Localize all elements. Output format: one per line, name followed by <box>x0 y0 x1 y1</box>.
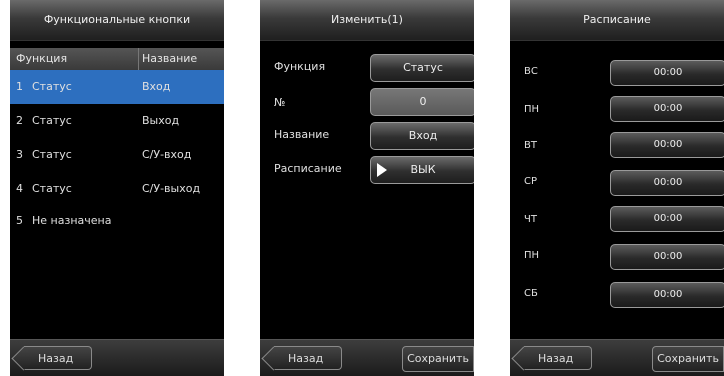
row-name: Вход <box>142 80 171 93</box>
row-function: Статус <box>32 114 72 127</box>
column-divider <box>138 48 139 70</box>
name-label: Название <box>274 128 330 141</box>
row-number: 2 <box>16 114 23 127</box>
day-time-button[interactable]: 00:00 <box>610 170 724 196</box>
day-time-button[interactable]: 00:00 <box>610 244 724 270</box>
play-icon <box>377 163 387 177</box>
column-name-header: Название <box>142 52 198 65</box>
number-label: № <box>274 96 286 109</box>
table-row[interactable]: 3 Статус С/У-вход <box>10 138 224 172</box>
back-button[interactable]: Назад <box>274 346 342 370</box>
save-button[interactable]: Сохранить <box>402 346 474 372</box>
day-label: ВС <box>524 66 538 77</box>
row-number: 3 <box>16 148 23 161</box>
table-row-selected[interactable]: 1 Статус Вход <box>10 70 224 104</box>
schedule-value: ВЫК <box>410 163 436 176</box>
edit-screen: Изменить(1) Функция Статус № 0 Название … <box>260 0 474 376</box>
day-label: ЧТ <box>524 214 537 225</box>
bottom-bar: Назад Сохранить <box>510 339 724 376</box>
row-function: Статус <box>32 148 72 161</box>
function-button[interactable]: Статус <box>370 54 474 82</box>
screen-title: Функциональные кнопки <box>10 0 224 41</box>
column-function-header: Функция <box>16 52 68 65</box>
function-label: Функция <box>274 60 326 73</box>
row-function: Статус <box>32 80 72 93</box>
schedule-label: Расписание <box>274 162 342 175</box>
day-label: СБ <box>524 288 538 299</box>
save-button[interactable]: Сохранить <box>652 346 724 372</box>
day-label: ПН <box>524 250 540 261</box>
row-number: 4 <box>16 182 23 195</box>
back-button[interactable]: Назад <box>524 346 592 370</box>
day-time-button[interactable]: 00:00 <box>610 60 724 86</box>
day-label: СР <box>524 176 538 187</box>
bottom-bar: Назад <box>10 339 224 376</box>
function-keys-screen: Функциональные кнопки Функция Название 1… <box>10 0 224 376</box>
day-time-button[interactable]: 00:00 <box>610 206 724 232</box>
back-button[interactable]: Назад <box>24 346 92 370</box>
row-function: Статус <box>32 182 72 195</box>
table-header: Функция Название <box>10 48 224 70</box>
day-time-button[interactable]: 00:00 <box>610 96 724 122</box>
bottom-bar: Назад Сохранить <box>260 339 474 376</box>
row-name: С/У-выход <box>142 182 201 195</box>
schedule-toggle-button[interactable]: ВЫК <box>370 156 474 184</box>
row-name: С/У-вход <box>142 148 192 161</box>
row-name: Выход <box>142 114 180 127</box>
name-button[interactable]: Вход <box>370 122 474 150</box>
day-label: ПН <box>524 104 540 115</box>
number-field: 0 <box>370 88 474 116</box>
day-time-button[interactable]: 00:00 <box>610 282 724 308</box>
schedule-screen: Расписание ВС 00:00 ПН 00:00 ВТ 00:00 СР… <box>510 0 724 376</box>
table-row[interactable]: 2 Статус Выход <box>10 104 224 138</box>
table-row[interactable]: 4 Статус С/У-выход <box>10 172 224 206</box>
day-time-button[interactable]: 00:00 <box>610 132 724 158</box>
day-label: ВТ <box>524 140 537 151</box>
table-row[interactable]: 5 Не назначена <box>10 204 224 238</box>
row-number: 5 <box>16 214 23 227</box>
screen-title: Расписание <box>510 0 724 41</box>
screen-title: Изменить(1) <box>260 0 474 41</box>
row-number: 1 <box>16 80 23 93</box>
row-function: Не назначена <box>32 214 112 227</box>
